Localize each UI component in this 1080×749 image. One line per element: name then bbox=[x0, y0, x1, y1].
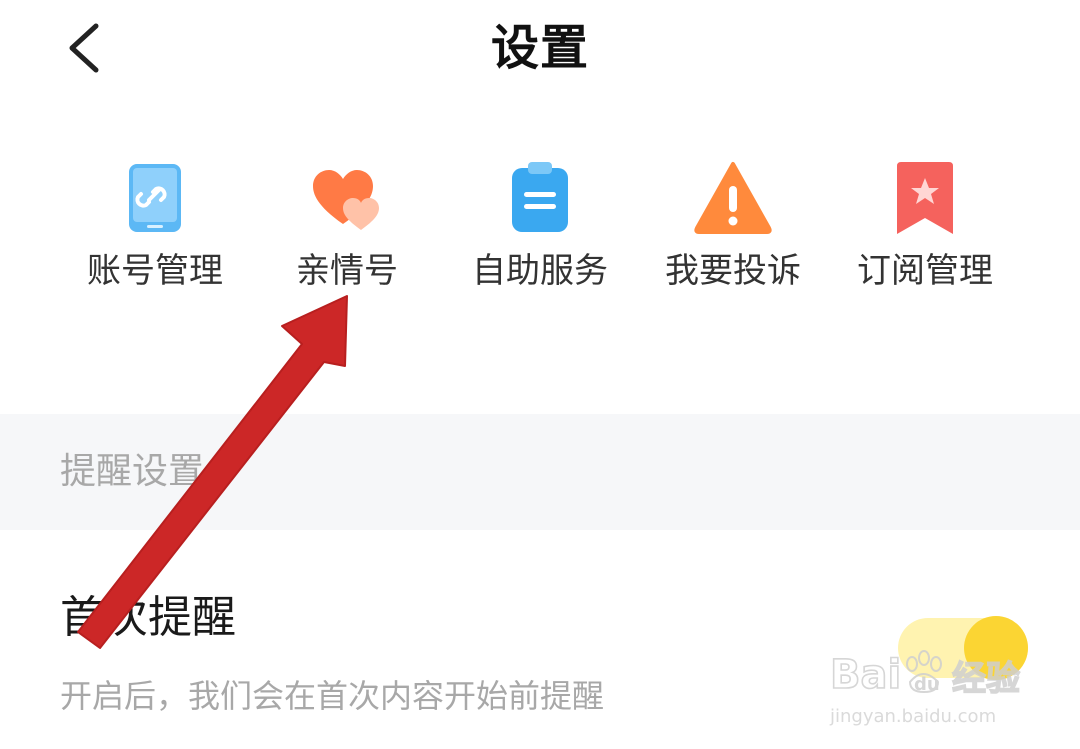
setting-title: 首次提醒 bbox=[60, 592, 236, 643]
clipboard-icon bbox=[512, 162, 568, 232]
bookmark-star-icon bbox=[897, 162, 953, 234]
first-reminder-toggle[interactable] bbox=[898, 616, 1028, 680]
quick-entry-label: 我要投诉 bbox=[665, 251, 801, 291]
page-title: 设置 bbox=[490, 20, 589, 76]
quick-entry-family[interactable]: 亲情号 bbox=[262, 150, 432, 310]
quick-entry-complaint[interactable]: 我要投诉 bbox=[648, 150, 818, 310]
warning-icon bbox=[694, 162, 772, 234]
quick-entry-label: 账号管理 bbox=[87, 251, 223, 291]
quick-entry-self-service[interactable]: 自助服务 bbox=[455, 150, 625, 310]
setting-description: 开启后，我们会在首次内容开始前提醒 bbox=[60, 677, 605, 715]
toggle-knob bbox=[964, 616, 1028, 680]
quick-entry-label: 自助服务 bbox=[472, 251, 608, 291]
quick-entry-row: 账号管理 亲情号 自助服务 我要投诉 订阅管理 bbox=[0, 150, 1080, 310]
quick-entry-label: 亲情号 bbox=[296, 251, 398, 291]
top-bar: 设置 bbox=[0, 0, 1080, 100]
section-title: 提醒设置 bbox=[60, 451, 205, 492]
section-header: 提醒设置 bbox=[0, 414, 1080, 530]
quick-entry-account[interactable]: 账号管理 bbox=[70, 150, 240, 310]
phone-link-icon bbox=[129, 164, 181, 232]
hearts-icon bbox=[313, 170, 379, 230]
quick-entry-subscription[interactable]: 订阅管理 bbox=[840, 150, 1010, 310]
quick-entry-label: 订阅管理 bbox=[857, 251, 993, 291]
setting-row-first-reminder[interactable]: 首次提醒 开启后，我们会在首次内容开始前提醒 bbox=[0, 530, 1080, 749]
